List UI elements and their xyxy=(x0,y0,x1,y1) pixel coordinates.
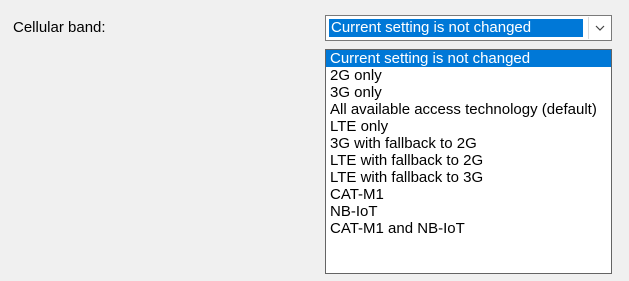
dropdown-button[interactable] xyxy=(588,17,610,39)
dropdown-option-all-available[interactable]: All available access technology (default… xyxy=(326,101,611,118)
chevron-down-icon xyxy=(595,25,605,31)
cellular-band-selected-value: Current setting is not changed xyxy=(329,19,583,37)
cellular-band-label: Cellular band: xyxy=(13,19,106,36)
dropdown-option-cat-m1[interactable]: CAT-M1 xyxy=(326,186,611,203)
dropdown-option-3g-fallback-2g[interactable]: 3G with fallback to 2G xyxy=(326,135,611,152)
dropdown-option-current-setting[interactable]: Current setting is not changed xyxy=(326,50,611,67)
dropdown-option-cat-m1-and-nb-iot[interactable]: CAT-M1 and NB-IoT xyxy=(326,220,611,237)
dropdown-option-3g-only[interactable]: 3G only xyxy=(326,84,611,101)
dropdown-option-2g-only[interactable]: 2G only xyxy=(326,67,611,84)
cellular-band-dropdown-list[interactable]: Current setting is not changed 2G only 3… xyxy=(325,49,612,274)
dropdown-option-lte-only[interactable]: LTE only xyxy=(326,118,611,135)
dropdown-option-nb-iot[interactable]: NB-IoT xyxy=(326,203,611,220)
dropdown-option-lte-fallback-3g[interactable]: LTE with fallback to 3G xyxy=(326,169,611,186)
dropdown-option-lte-fallback-2g[interactable]: LTE with fallback to 2G xyxy=(326,152,611,169)
cellular-band-select[interactable]: Current setting is not changed xyxy=(325,15,612,41)
